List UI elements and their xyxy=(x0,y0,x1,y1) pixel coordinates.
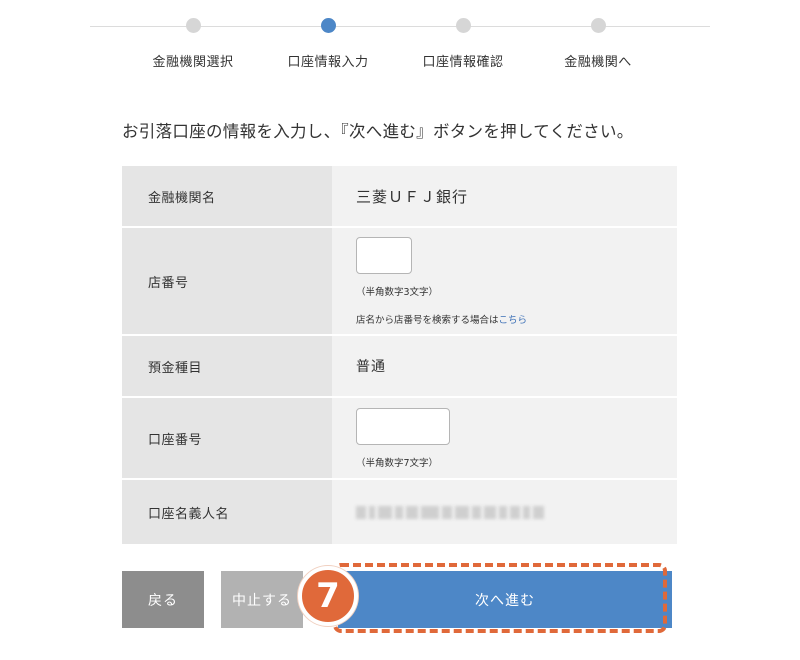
step-dot xyxy=(455,18,471,33)
bank-name-label: 金融機関名 xyxy=(122,166,332,226)
cancel-button[interactable]: 中止する xyxy=(221,571,303,628)
deposit-type-label: 預金種目 xyxy=(122,336,332,396)
step-label: 金融機関へ xyxy=(564,55,632,70)
step-dot-active xyxy=(320,18,336,33)
progress-stepper: 金融機関選択 口座情報入力 口座情報確認 金融機関へ xyxy=(90,0,710,90)
step-account-confirm: 口座情報確認 xyxy=(393,18,533,70)
branch-number-input[interactable] xyxy=(356,236,412,274)
row-account-holder: 口座名義人名 xyxy=(122,480,677,544)
account-holder-blurred-value xyxy=(356,505,677,519)
bank-name-value: 三菱ＵＦＪ銀行 xyxy=(356,187,469,206)
step-to-bank: 金融機関へ xyxy=(528,18,668,70)
step-number-badge: 7 xyxy=(298,566,358,626)
deposit-type-value: 普通 xyxy=(356,359,386,375)
step-label: 金融機関選択 xyxy=(152,55,234,70)
step-account-input: 口座情報入力 xyxy=(258,18,398,70)
account-form: 金融機関名 三菱ＵＦＪ銀行 店番号 （半角数字3文字） 店名から店番号を検索する… xyxy=(122,166,677,544)
instruction-text: お引落口座の情報を入力し、『次へ進む』ボタンを押してください。 xyxy=(122,122,634,141)
step-label: 口座情報入力 xyxy=(287,55,369,70)
row-bank-name: 金融機関名 三菱ＵＦＪ銀行 xyxy=(122,166,677,228)
account-number-hint: （半角数字7文字） xyxy=(356,457,439,469)
branch-number-hint: （半角数字3文字） xyxy=(356,286,439,298)
deposit-type-cell: 普通 xyxy=(332,336,677,396)
branch-search-link[interactable]: こちら xyxy=(499,315,528,326)
branch-number-label: 店番号 xyxy=(122,228,332,334)
account-number-label: 口座番号 xyxy=(122,398,332,478)
account-number-input[interactable] xyxy=(356,407,450,445)
row-deposit-type: 預金種目 普通 xyxy=(122,336,677,398)
account-holder-cell xyxy=(332,480,677,544)
branch-number-cell: （半角数字3文字） 店名から店番号を検索する場合はこちら xyxy=(332,228,677,334)
step-dot xyxy=(185,18,201,33)
step-dot xyxy=(590,18,606,33)
row-account-number: 口座番号 （半角数字7文字） xyxy=(122,398,677,480)
row-branch-number: 店番号 （半角数字3文字） 店名から店番号を検索する場合はこちら xyxy=(122,228,677,336)
bank-name-cell: 三菱ＵＦＪ銀行 xyxy=(332,166,677,226)
account-number-cell: （半角数字7文字） xyxy=(332,398,677,478)
next-button[interactable]: 次へ進む xyxy=(338,571,672,628)
branch-search-note: 店名から店番号を検索する場合はこちら xyxy=(356,312,677,326)
branch-search-text: 店名から店番号を検索する場合は xyxy=(356,314,499,326)
account-holder-label: 口座名義人名 xyxy=(122,480,332,544)
back-button[interactable]: 戻る xyxy=(122,571,204,628)
step-bank-select: 金融機関選択 xyxy=(123,18,263,70)
step-label: 口座情報確認 xyxy=(422,55,504,70)
